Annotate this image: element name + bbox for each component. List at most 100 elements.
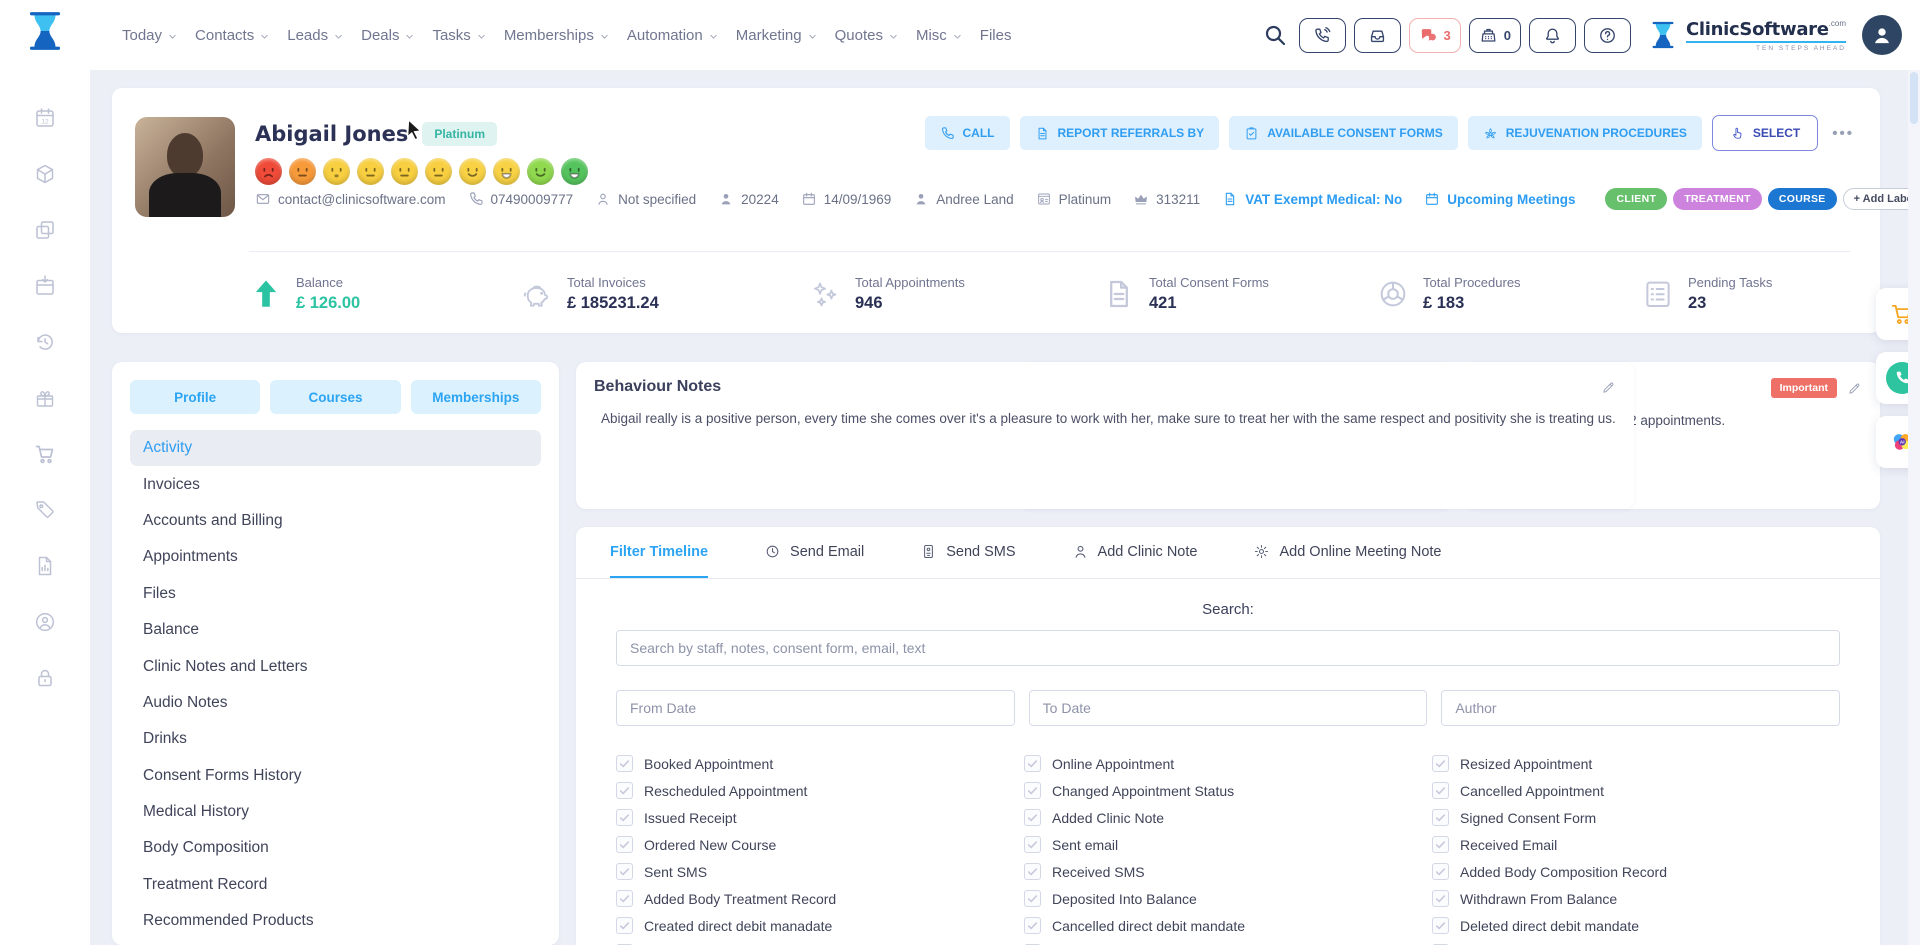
filter-checkbox[interactable] xyxy=(1432,836,1449,853)
nav-tasks[interactable]: Tasks xyxy=(432,27,486,44)
label-pill[interactable]: CLIENT xyxy=(1605,188,1667,210)
calendar-icon[interactable]: 12 xyxy=(33,106,57,130)
contact-dob[interactable]: 14/09/1969 xyxy=(801,191,892,207)
nav-memberships[interactable]: Memberships xyxy=(504,27,610,44)
nav-leads[interactable]: Leads xyxy=(287,27,344,44)
filter-checkbox[interactable] xyxy=(1024,755,1041,772)
filter-checkbox[interactable] xyxy=(616,755,633,772)
menu-appointments[interactable]: Appointments xyxy=(130,539,541,575)
menu-activity[interactable]: Activity xyxy=(130,430,541,466)
edit-note-pencil-icon[interactable] xyxy=(1601,380,1616,395)
menu-accounts-billing[interactable]: Accounts and Billing xyxy=(130,503,541,539)
tab-memberships[interactable]: Memberships xyxy=(411,380,541,414)
filter-checkbox[interactable] xyxy=(1024,890,1041,907)
mood-emoji[interactable] xyxy=(425,158,452,185)
more-options-button[interactable]: ••• xyxy=(1828,125,1858,142)
app-logo-hourglass-icon[interactable] xyxy=(22,8,68,54)
label-pill[interactable]: TREATMENT xyxy=(1673,188,1762,210)
from-date-input[interactable] xyxy=(616,690,1015,726)
timeline-search-input[interactable] xyxy=(616,630,1840,666)
menu-balance[interactable]: Balance xyxy=(130,612,541,648)
filter-checkbox[interactable] xyxy=(616,836,633,853)
package-icon[interactable] xyxy=(33,162,57,186)
tab-add-clinic-note[interactable]: Add Clinic Note xyxy=(1072,527,1198,578)
inbox-button[interactable] xyxy=(1354,18,1401,53)
tab-profile[interactable]: Profile xyxy=(130,380,260,414)
mood-emoji[interactable] xyxy=(357,158,384,185)
filter-checkbox[interactable] xyxy=(1432,890,1449,907)
user-avatar[interactable] xyxy=(1862,15,1902,55)
menu-clinic-notes[interactable]: Clinic Notes and Letters xyxy=(130,648,541,684)
filter-checkbox[interactable] xyxy=(1024,917,1041,934)
notifications-button[interactable] xyxy=(1529,18,1576,53)
mood-emoji[interactable] xyxy=(391,158,418,185)
history-icon[interactable] xyxy=(33,330,57,354)
contact-tier[interactable]: Platinum xyxy=(1036,191,1112,207)
tab-filter-timeline[interactable]: Filter Timeline xyxy=(610,527,708,578)
chat-button[interactable]: 3 xyxy=(1409,18,1461,53)
help-button[interactable] xyxy=(1584,18,1631,53)
nav-misc[interactable]: Misc xyxy=(916,27,963,44)
contact-id[interactable]: 20224 xyxy=(718,191,779,207)
filter-checkbox[interactable] xyxy=(616,890,633,907)
filter-checkbox[interactable] xyxy=(1432,809,1449,826)
contact-vat-exempt[interactable]: VAT Exempt Medical: No xyxy=(1222,191,1402,207)
filter-checkbox[interactable] xyxy=(616,863,633,880)
filter-checkbox[interactable] xyxy=(1432,782,1449,799)
menu-medical-history[interactable]: Medical History xyxy=(130,794,541,830)
available-consent-forms-button[interactable]: AVAILABLE CONSENT FORMS xyxy=(1229,116,1458,150)
nav-files[interactable]: Files xyxy=(980,27,1012,44)
filter-checkbox[interactable] xyxy=(616,809,633,826)
filter-checkbox[interactable] xyxy=(1432,917,1449,934)
mood-emoji[interactable] xyxy=(255,158,282,185)
mood-emoji[interactable] xyxy=(527,158,554,185)
rejuvenation-procedures-button[interactable]: REJUVENATION PROCEDURES xyxy=(1468,116,1702,150)
nav-automation[interactable]: Automation xyxy=(627,27,719,44)
menu-files[interactable]: Files xyxy=(130,576,541,612)
shop-cart-icon[interactable] xyxy=(33,442,57,466)
gift-voucher-icon[interactable] xyxy=(33,386,57,410)
nav-marketing[interactable]: Marketing xyxy=(736,27,818,44)
account-clock-icon[interactable] xyxy=(33,610,57,634)
label-pill[interactable]: COURSE xyxy=(1768,188,1837,210)
tab-send-sms[interactable]: Send SMS xyxy=(920,527,1015,578)
price-tag-icon[interactable] xyxy=(33,498,57,522)
menu-drinks[interactable]: Drinks xyxy=(130,721,541,757)
contact-phone[interactable]: 07490009777 xyxy=(468,191,574,207)
scrollbar-thumb[interactable] xyxy=(1910,72,1918,124)
menu-recommended-products[interactable]: Recommended Products xyxy=(130,903,541,939)
duplicate-pages-icon[interactable] xyxy=(33,218,57,242)
report-icon[interactable] xyxy=(33,554,57,578)
calendar-import-icon[interactable] xyxy=(33,274,57,298)
dialer-button[interactable] xyxy=(1299,18,1346,53)
mood-emoji[interactable] xyxy=(459,158,486,185)
filter-checkbox[interactable] xyxy=(1024,809,1041,826)
author-input[interactable] xyxy=(1441,690,1840,726)
contact-not-specified[interactable]: Not specified xyxy=(595,191,696,207)
contact-owner[interactable]: Andree Land xyxy=(913,191,1013,207)
filter-checkbox[interactable] xyxy=(1024,836,1041,853)
menu-consent-forms[interactable]: Consent Forms History xyxy=(130,758,541,794)
report-referrals-button[interactable]: REPORT REFERRALS BY xyxy=(1020,116,1220,150)
nav-deals[interactable]: Deals xyxy=(361,27,415,44)
filter-checkbox[interactable] xyxy=(1024,863,1041,880)
to-date-input[interactable] xyxy=(1029,690,1428,726)
call-button[interactable]: CALL xyxy=(925,116,1010,150)
scrollbar[interactable] xyxy=(1908,70,1920,945)
filter-checkbox[interactable] xyxy=(616,917,633,934)
edit-note-pencil-icon[interactable] xyxy=(1847,381,1862,396)
tier-badge[interactable]: Platinum xyxy=(422,122,497,146)
tab-add-online-meeting-note[interactable]: Add Online Meeting Note xyxy=(1253,527,1441,578)
mood-emoji[interactable] xyxy=(323,158,350,185)
lock-icon[interactable] xyxy=(33,666,57,690)
contact-loyalty-points[interactable]: 313211 xyxy=(1133,191,1200,207)
select-button[interactable]: SELECT xyxy=(1712,115,1818,151)
nav-contacts[interactable]: Contacts xyxy=(195,27,270,44)
tab-send-email[interactable]: Send Email xyxy=(764,527,864,578)
contact-email[interactable]: contact@clinicsoftware.com xyxy=(255,191,446,207)
menu-audio-notes[interactable]: Audio Notes xyxy=(130,685,541,721)
menu-invoices[interactable]: Invoices xyxy=(130,466,541,502)
pos-register-button[interactable]: 0 xyxy=(1469,18,1521,53)
mood-emoji[interactable] xyxy=(493,158,520,185)
mood-emoji[interactable] xyxy=(289,158,316,185)
